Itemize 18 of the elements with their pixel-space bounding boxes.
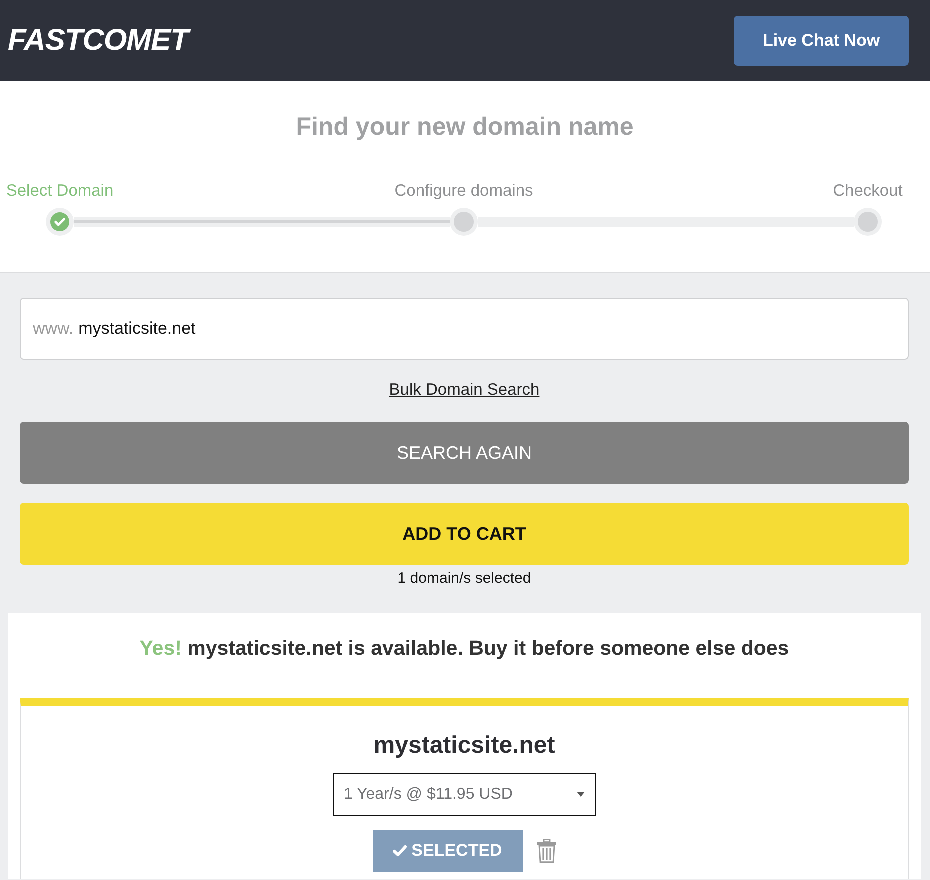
page-title: Find your new domain name	[295, 112, 635, 143]
domain-search-field[interactable]: www. mystaticsite.net	[20, 298, 909, 360]
search-again-button[interactable]: SEARCH AGAIN	[20, 422, 909, 484]
selected-button[interactable]: SELECTED	[372, 830, 522, 872]
step-label: Configure domains	[394, 181, 534, 201]
step-label: Select Domain	[6, 181, 114, 201]
step-label: Checkout	[833, 181, 903, 201]
selection-count: 1 domain/s selected	[398, 570, 532, 588]
logo: FASTCOMET	[8, 24, 188, 58]
bulk-domain-search-link[interactable]: Bulk Domain Search	[389, 380, 540, 400]
check-icon	[392, 845, 407, 857]
period-select[interactable]: 1 Year/s @ $11.95 USD	[333, 773, 596, 816]
caret-icon	[577, 792, 585, 797]
add-to-cart-button[interactable]: ADD TO CART	[20, 503, 909, 565]
domain-name: mystaticsite.net	[374, 731, 556, 761]
trash-icon[interactable]	[536, 839, 556, 863]
availability-message: Yes! mystaticsite.net is available. Buy it before someone else does	[138, 636, 790, 662]
live-chat-button[interactable]: Live Chat Now	[734, 16, 909, 66]
